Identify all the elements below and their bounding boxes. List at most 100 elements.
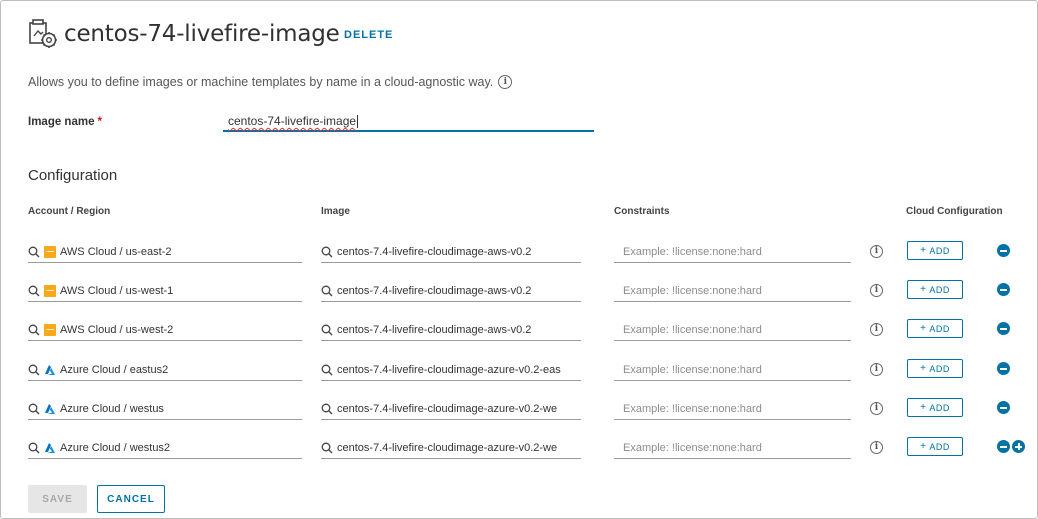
remove-row-icon[interactable] [997,244,1010,257]
image-name-label: Image name * [28,116,102,128]
search-icon [321,442,333,453]
required-marker: * [97,116,102,128]
info-icon[interactable]: i [870,323,883,336]
configuration-row: Azure Cloud / westus centos-7.4-livefire-… [1,398,1038,428]
configuration-row: Azure Cloud / westus2 centos-7.4-livefire… [1,437,1038,467]
account-region-field[interactable]: AWS Cloud / us-west-2 [28,319,302,341]
configuration-row: AWS Cloud / us-west-1 centos-7.4-livefire… [1,280,1038,310]
remove-row-icon[interactable] [997,440,1010,453]
search-icon [28,442,40,453]
azure-icon [45,364,55,375]
constraints-input[interactable]: Example: !license:none:hard [614,280,851,302]
add-cloud-configuration-button[interactable]: + ADD [907,359,963,378]
account-region-value: AWS Cloud / us-west-2 [60,323,174,336]
constraints-input[interactable]: Example: !license:none:hard [614,398,851,420]
image-settings-icon [29,19,57,48]
constraints-placeholder: Example: !license:none:hard [623,323,762,336]
cancel-button[interactable]: CANCEL [97,485,165,513]
search-icon [321,364,333,375]
description: Allows you to define images or machine t… [28,75,513,89]
description-text: Allows you to define images or machine t… [28,75,494,89]
aws-icon [44,245,56,258]
image-value: centos-7.4-livefire-cloudimage-aws-v0.2 [337,245,532,258]
constraints-placeholder: Example: !license:none:hard [623,284,762,297]
image-name-label-text: Image name [28,116,95,128]
info-icon[interactable]: i [870,441,883,454]
page-header: centos-74-livefire-image [28,19,340,49]
constraints-input[interactable]: Example: !license:none:hard [614,359,851,381]
constraints-input[interactable]: Example: !license:none:hard [614,319,851,341]
image-value: centos-7.4-livefire-cloudimage-azure-v0.… [337,402,558,415]
search-icon [321,403,333,414]
add-cloud-configuration-button[interactable]: + ADD [907,280,963,299]
constraints-placeholder: Example: !license:none:hard [623,402,762,415]
account-region-field[interactable]: Azure Cloud / westus2 [28,437,302,459]
image-field[interactable]: centos-7.4-livefire-cloudimage-aws-v0.2 [321,241,581,263]
constraints-placeholder: Example: !license:none:hard [623,441,762,454]
add-cloud-configuration-button[interactable]: + ADD [907,398,963,417]
info-icon[interactable]: i [870,284,883,297]
image-name-input[interactable]: centos-74-livefire-image [223,112,594,132]
delete-button[interactable]: DELETE [344,29,393,41]
search-icon [28,403,40,414]
image-field[interactable]: centos-7.4-livefire-cloudimage-aws-v0.2 [321,280,581,302]
image-value: centos-7.4-livefire-cloudimage-azure-v0.… [337,363,561,376]
configuration-row: AWS Cloud / us-west-2 centos-7.4-livefire… [1,319,1038,349]
remove-row-icon[interactable] [997,322,1010,335]
remove-row-icon[interactable] [997,283,1010,296]
add-label: ADD [929,245,950,256]
column-header-image: Image [321,206,350,217]
column-header-cloud-configuration: Cloud Configuration [906,206,1003,217]
account-region-field[interactable]: AWS Cloud / us-west-1 [28,280,302,302]
info-icon[interactable]: i [498,75,513,89]
constraints-input[interactable]: Example: !license:none:hard [614,437,851,459]
image-value: centos-7.4-livefire-cloudimage-azure-v0.… [337,441,558,454]
plus-icon: + [920,441,927,452]
account-region-value: AWS Cloud / us-east-2 [60,245,172,258]
search-icon [321,285,333,296]
column-header-account: Account / Region [28,206,111,217]
aws-icon [44,284,56,297]
constraints-input[interactable]: Example: !license:none:hard [614,241,851,263]
add-cloud-configuration-button[interactable]: + ADD [907,241,963,260]
azure-icon [45,403,55,414]
account-region-value: AWS Cloud / us-west-1 [60,284,174,297]
add-cloud-configuration-button[interactable]: + ADD [907,437,963,456]
image-field[interactable]: centos-7.4-livefire-cloudimage-azure-v0.… [321,437,581,459]
remove-row-icon[interactable] [997,362,1010,375]
remove-row-icon[interactable] [997,401,1010,414]
image-name-value: centos-74-livefire-image [228,114,357,128]
account-region-field[interactable]: Azure Cloud / eastus2 [28,359,302,381]
add-label: ADD [929,402,950,413]
add-cloud-configuration-button[interactable]: + ADD [907,319,963,338]
image-value: centos-7.4-livefire-cloudimage-aws-v0.2 [337,323,532,336]
account-region-field[interactable]: AWS Cloud / us-east-2 [28,241,302,263]
configuration-row: AWS Cloud / us-east-2 centos-7.4-livefire… [1,241,1038,271]
info-icon[interactable]: i [870,402,883,415]
info-icon[interactable]: i [870,245,883,258]
account-region-field[interactable]: Azure Cloud / westus [28,398,302,420]
image-field[interactable]: centos-7.4-livefire-cloudimage-azure-v0.… [321,359,581,381]
constraints-placeholder: Example: !license:none:hard [623,245,762,258]
account-region-value: Azure Cloud / eastus2 [60,363,169,376]
search-icon [28,324,40,335]
add-label: ADD [929,284,950,295]
plus-icon: + [920,402,927,413]
account-region-value: Azure Cloud / westus2 [60,441,171,454]
search-icon [28,364,40,375]
image-field[interactable]: centos-7.4-livefire-cloudimage-azure-v0.… [321,398,581,420]
save-button[interactable]: SAVE [28,485,87,513]
constraints-placeholder: Example: !license:none:hard [623,363,762,376]
add-label: ADD [929,441,950,452]
column-header-constraints: Constraints [614,206,670,217]
configuration-heading: Configuration [28,167,118,184]
add-label: ADD [929,323,950,334]
add-row-icon[interactable] [1012,440,1025,453]
plus-icon: + [920,284,927,295]
account-region-value: Azure Cloud / westus [60,402,164,415]
image-mapping-panel: centos-74-livefire-image DELETE Allows y… [0,0,1038,519]
plus-icon: + [920,323,927,334]
info-icon[interactable]: i [870,363,883,376]
search-icon [28,285,40,296]
image-field[interactable]: centos-7.4-livefire-cloudimage-aws-v0.2 [321,319,581,341]
